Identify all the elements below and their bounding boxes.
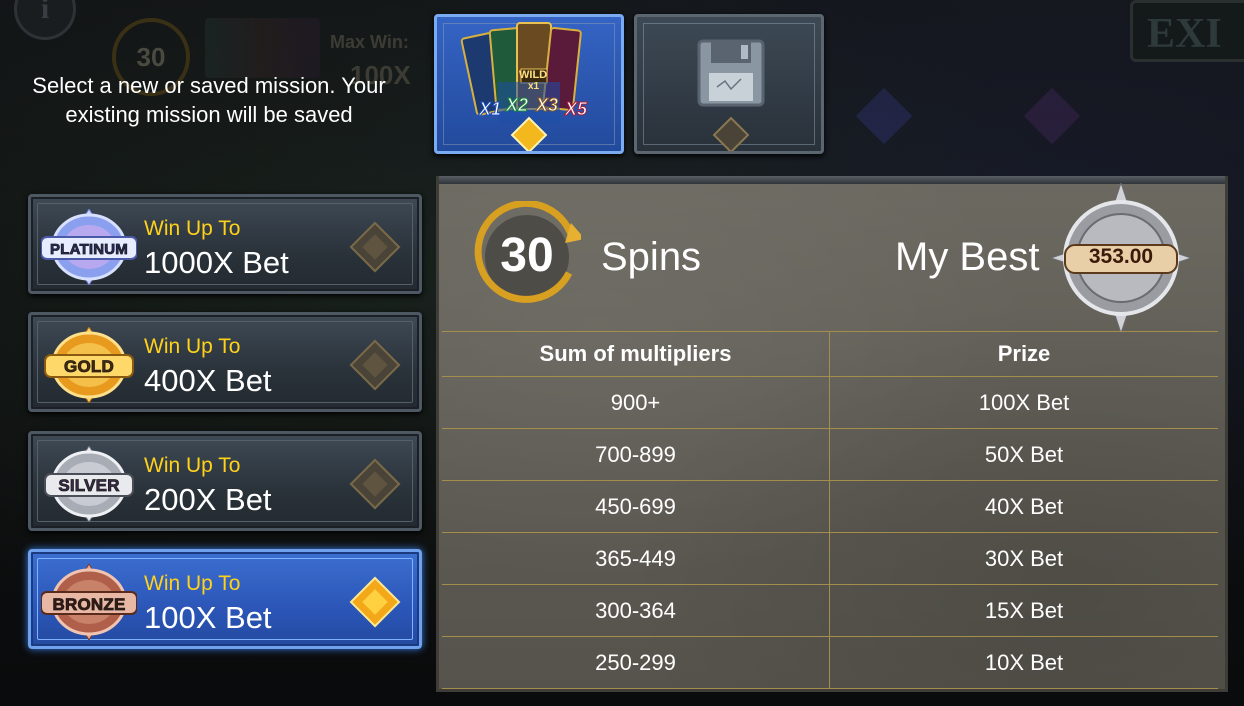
wild-sub-label: x1	[528, 81, 540, 92]
table-row: 365-449 30X Bet	[442, 532, 1218, 585]
exit-button[interactable]: EXI	[1130, 0, 1244, 62]
header-prize: Prize	[829, 331, 1218, 377]
multiplier-range: 450-699	[442, 480, 830, 533]
win-value: 100X Bet	[144, 600, 272, 635]
win-value: 400X Bet	[144, 363, 272, 398]
win-up-to-label: Win Up To	[144, 572, 241, 595]
multiplier-label: X3	[535, 95, 559, 116]
select-gem-icon	[349, 221, 401, 273]
table-row: 250-299 10X Bet	[442, 636, 1218, 689]
mission-tile-platinum[interactable]: PLATINUM Win Up To 1000X Bet	[28, 194, 422, 294]
table-header-row: Sum of multipliers Prize	[442, 331, 1218, 377]
mission-tier-label: PLATINUM	[50, 241, 129, 259]
prize-value: 15X Bet	[829, 584, 1218, 637]
select-gem-icon	[349, 458, 401, 510]
prize-value: 40X Bet	[829, 480, 1218, 533]
mission-prompt: Select a new or saved mission. Your exis…	[32, 73, 386, 127]
mission-tier-label: SILVER	[58, 476, 120, 496]
multiplier-range: 700-899	[442, 428, 830, 481]
mission-tier-label: GOLD	[64, 357, 115, 377]
multiplier-range: 250-299	[442, 636, 830, 689]
multiplier-label: X1	[478, 99, 502, 120]
multiplier-label: X5	[564, 99, 588, 120]
mission-details-panel: 30 Spins My Best 353.00 Sum of multiplie…	[436, 176, 1228, 692]
prize-value: 100X Bet	[829, 376, 1218, 429]
spins-label: Spins	[601, 235, 702, 279]
multiplier-range: 365-449	[442, 532, 830, 585]
my-best-value: 353.00	[1088, 245, 1154, 268]
win-up-to-label: Win Up To	[144, 335, 241, 358]
multiplier-label: X2	[505, 95, 529, 116]
header-sum-of-multipliers: Sum of multipliers	[442, 331, 830, 377]
saved-mission-button[interactable]	[634, 14, 824, 154]
mission-tile-bronze[interactable]: BRONZE Win Up To 100X Bet	[28, 549, 422, 649]
mission-tile-silver[interactable]: SILVER Win Up To 200X Bet	[28, 431, 422, 531]
my-best-label: My Best	[895, 235, 1040, 279]
selected-gem-icon	[349, 576, 401, 628]
floppy-disk-icon	[697, 39, 765, 151]
win-value: 1000X Bet	[144, 245, 289, 280]
prize-value: 10X Bet	[829, 636, 1218, 689]
table-row: 450-699 40X Bet	[442, 480, 1218, 533]
table-row: 700-899 50X Bet	[442, 428, 1218, 481]
multiplier-range: 900+	[442, 376, 830, 429]
background-max-win-label: Max Win:	[330, 32, 409, 52]
new-mission-button[interactable]: WILD x1 X1 X2 X3 X5	[434, 14, 624, 154]
win-up-to-label: Win Up To	[144, 454, 241, 477]
prize-table: Sum of multipliers Prize 900+ 100X Bet 7…	[442, 331, 1218, 689]
multiplier-range: 300-364	[442, 584, 830, 637]
spins-count: 30	[500, 228, 554, 282]
win-up-to-label: Win Up To	[144, 217, 241, 240]
table-row: 300-364 15X Bet	[442, 584, 1218, 637]
table-row: 900+ 100X Bet	[442, 376, 1218, 429]
mission-tier-label: BRONZE	[52, 595, 126, 615]
win-value: 200X Bet	[144, 482, 272, 517]
select-gem-icon	[349, 339, 401, 391]
background-cards	[205, 18, 320, 78]
prize-value: 30X Bet	[829, 532, 1218, 585]
wild-label: WILD	[519, 69, 548, 81]
prize-value: 50X Bet	[829, 428, 1218, 481]
mission-tile-gold[interactable]: GOLD Win Up To 400X Bet	[28, 312, 422, 412]
